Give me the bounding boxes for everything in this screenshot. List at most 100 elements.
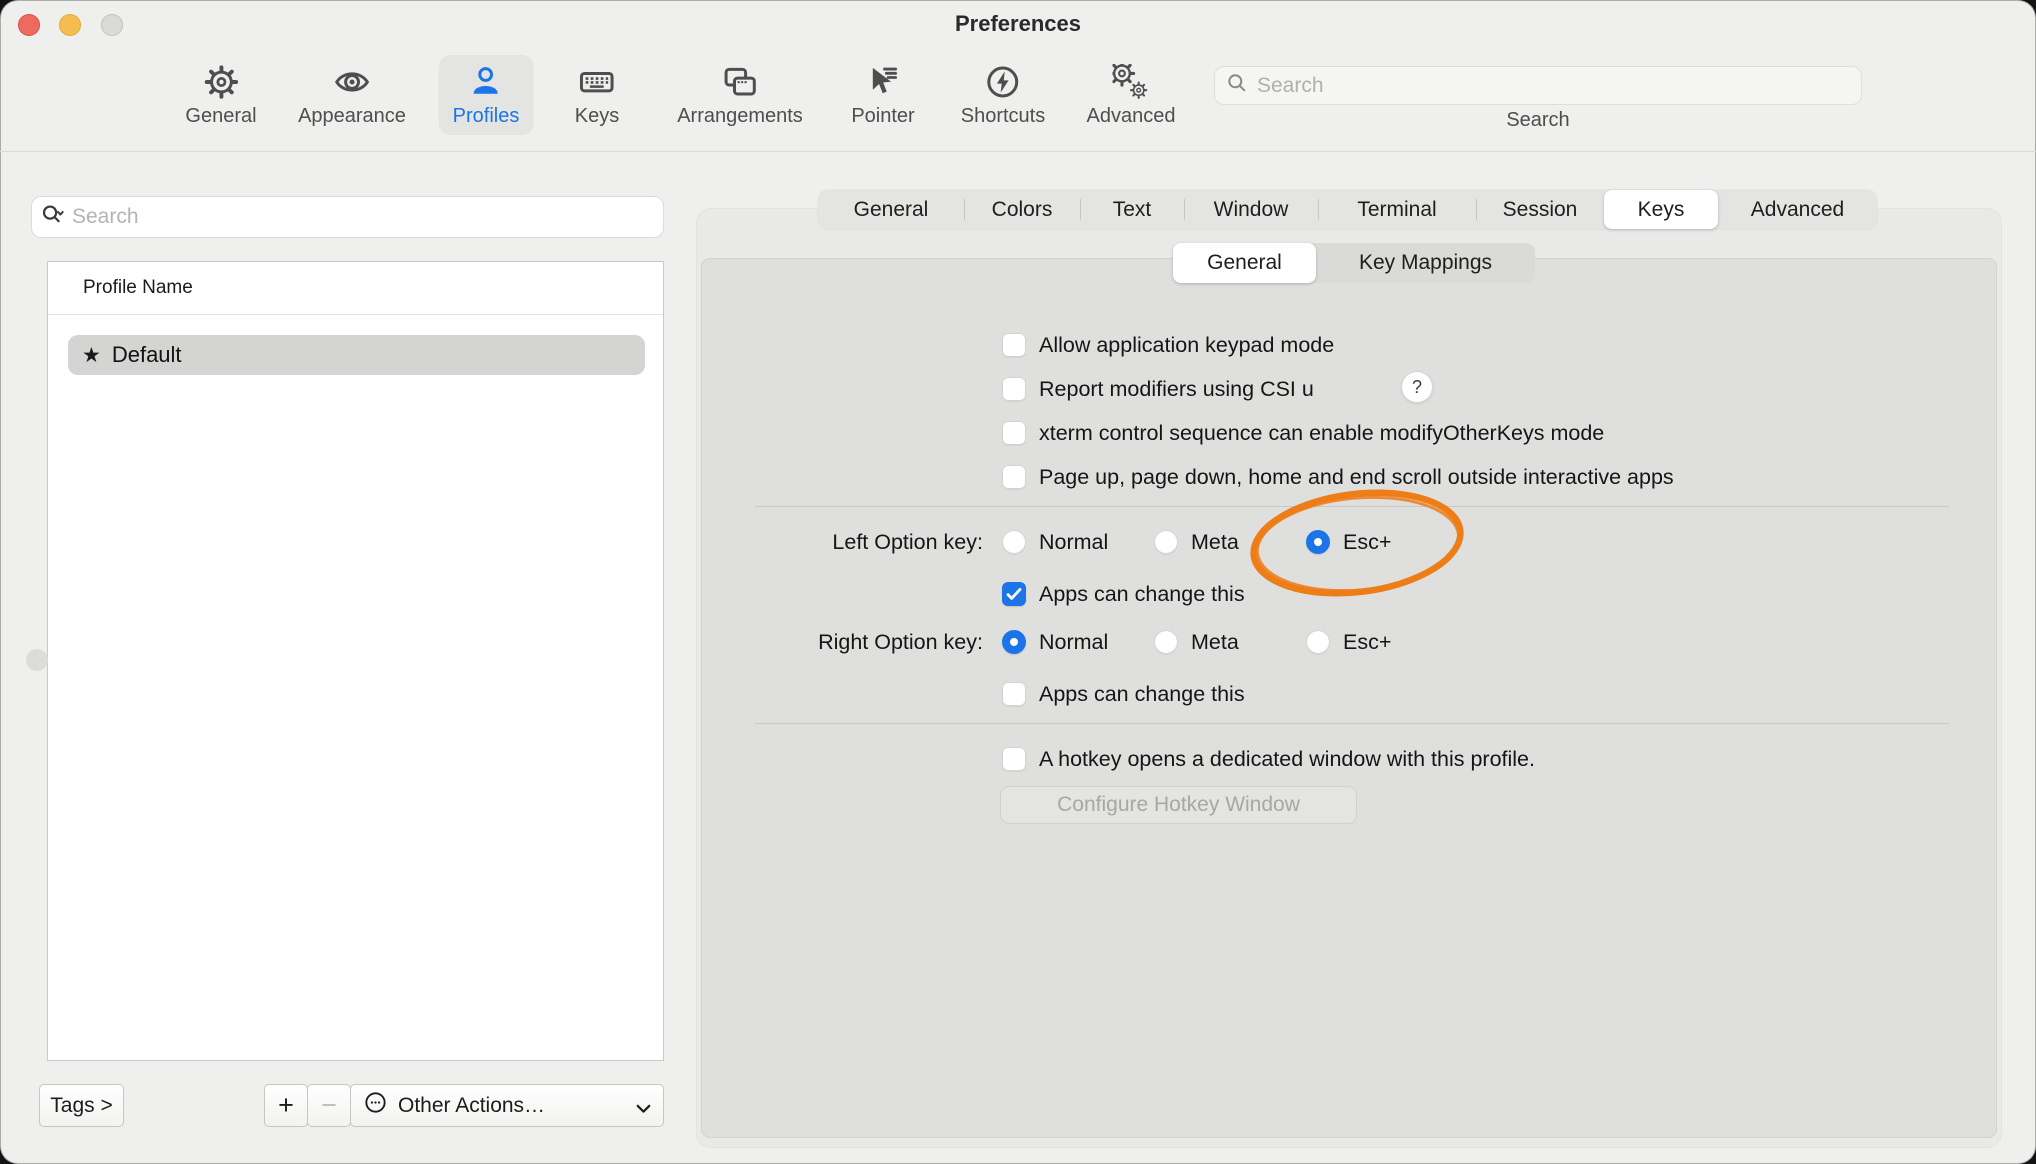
toolbar-item-pointer[interactable]: Pointer: [837, 55, 928, 135]
remove-profile-button[interactable]: −: [307, 1084, 351, 1127]
checkbox-row: xterm control sequence can enable modify…: [1002, 419, 1604, 447]
toolbar-label: Pointer: [851, 105, 914, 128]
profile-list-header: Profile Name: [48, 262, 663, 314]
configure-hotkey-window-button[interactable]: Configure Hotkey Window: [1000, 786, 1357, 824]
radio-right-normal[interactable]: [1002, 630, 1026, 654]
divider: [755, 506, 1949, 507]
radio-pair: Normal: [1002, 628, 1108, 656]
checkbox-left-apps-can-change[interactable]: [1002, 582, 1026, 606]
checkbox-label: A hotkey opens a dedicated window with t…: [1039, 747, 1535, 772]
help-button[interactable]: ?: [1401, 371, 1433, 403]
checkbox-row: Apps can change this: [1002, 680, 1245, 708]
checkbox-row: Apps can change this: [1002, 580, 1245, 608]
search-menu-icon[interactable]: [40, 202, 66, 233]
toolbar-item-general[interactable]: General: [171, 55, 270, 135]
tab-label: Advanced: [1751, 198, 1844, 222]
radio-pair: Esc+: [1306, 528, 1391, 556]
toolbar-item-appearance[interactable]: Appearance: [284, 55, 420, 135]
person-icon: [468, 64, 504, 100]
toolbar-label: Profiles: [453, 105, 520, 128]
radio-left-normal[interactable]: [1002, 530, 1026, 554]
checkbox-csi-u[interactable]: [1002, 377, 1026, 401]
subtab-label: Key Mappings: [1359, 251, 1492, 275]
checkbox-hotkey-window[interactable]: [1002, 747, 1026, 771]
radio-right-meta[interactable]: [1154, 630, 1178, 654]
tab-label: Session: [1503, 198, 1578, 222]
window-title: Preferences: [0, 11, 2036, 37]
other-actions-label: Other Actions…: [398, 1094, 631, 1118]
checkbox-allow-keypad[interactable]: [1002, 333, 1026, 357]
radio-label: Esc+: [1343, 530, 1391, 555]
checkbox-label: Allow application keypad mode: [1039, 333, 1334, 358]
tags-button[interactable]: Tags >: [39, 1084, 124, 1127]
radio-right-esc[interactable]: [1306, 630, 1330, 654]
tab-text[interactable]: Text: [1080, 190, 1184, 229]
tags-button-label: Tags >: [50, 1094, 112, 1118]
configure-hotkey-label: Configure Hotkey Window: [1057, 793, 1300, 817]
right-option-key-label: Right Option key:: [698, 628, 983, 656]
radio-pair: Meta: [1154, 628, 1239, 656]
plus-icon: +: [278, 1090, 294, 1121]
toolbar-label: Shortcuts: [961, 105, 1045, 128]
toolbar-label: General: [185, 105, 256, 128]
radio-pair: Meta: [1154, 528, 1239, 556]
profile-row-default[interactable]: ★ Default: [68, 335, 645, 375]
profile-filter-field[interactable]: [31, 196, 664, 238]
radio-label: Esc+: [1343, 630, 1391, 655]
subtab-key-mappings[interactable]: Key Mappings: [1316, 243, 1535, 283]
toolbar-item-advanced[interactable]: Advanced: [1073, 55, 1190, 135]
checkbox-row: A hotkey opens a dedicated window with t…: [1002, 745, 1535, 773]
add-profile-button[interactable]: +: [264, 1084, 308, 1127]
tab-label: Terminal: [1357, 198, 1436, 222]
checkbox-modify-other-keys[interactable]: [1002, 421, 1026, 445]
help-glyph: ?: [1412, 377, 1422, 398]
eye-icon: [334, 64, 370, 100]
left-option-key-label: Left Option key:: [698, 528, 983, 556]
checkbox-label: Apps can change this: [1039, 582, 1245, 607]
search-icon: [1225, 71, 1249, 100]
tab-advanced[interactable]: Advanced: [1718, 190, 1877, 229]
profile-list: Profile Name ★ Default: [47, 261, 664, 1061]
toolbar-label: Appearance: [298, 105, 406, 128]
tab-keys[interactable]: Keys: [1604, 190, 1718, 229]
tab-label: Window: [1214, 198, 1289, 222]
tab-session[interactable]: Session: [1476, 190, 1604, 229]
checkbox-page-scroll[interactable]: [1002, 465, 1026, 489]
toolbar-item-arrangements[interactable]: Arrangements: [663, 55, 817, 135]
profile-name: Default: [112, 342, 182, 368]
subtab-general[interactable]: General: [1173, 243, 1316, 283]
subtab-label: General: [1207, 251, 1282, 275]
divider: [755, 723, 1949, 724]
radio-pair: Esc+: [1306, 628, 1391, 656]
tab-label: General: [854, 198, 929, 222]
toolbar-label: Advanced: [1087, 105, 1176, 128]
toolbar-search-label: Search: [1214, 109, 1862, 132]
radio-left-meta[interactable]: [1154, 530, 1178, 554]
profile-tabs: General Colors Text Window Terminal Sess…: [818, 190, 1877, 229]
toolbar-search-input[interactable]: [1257, 74, 1851, 98]
checkbox-row: Allow application keypad mode: [1002, 331, 1334, 359]
other-actions-dropdown[interactable]: Other Actions…: [350, 1084, 664, 1127]
windows-stack-icon: [722, 64, 758, 100]
radio-label: Normal: [1039, 630, 1108, 655]
checkbox-row: Report modifiers using CSI u: [1002, 375, 1314, 403]
tab-window[interactable]: Window: [1184, 190, 1318, 229]
tab-colors[interactable]: Colors: [964, 190, 1080, 229]
profile-filter-input[interactable]: [72, 205, 655, 229]
radio-left-esc[interactable]: [1306, 530, 1330, 554]
toolbar-item-keys[interactable]: Keys: [561, 55, 633, 135]
pane-splitter-handle[interactable]: [26, 649, 48, 671]
keyboard-icon: [579, 64, 615, 100]
radio-label: Normal: [1039, 530, 1108, 555]
toolbar-search-field[interactable]: [1214, 66, 1862, 105]
chevron-down-icon: [631, 1096, 651, 1116]
checkbox-label: Page up, page down, home and end scroll …: [1039, 465, 1674, 490]
checkbox-right-apps-can-change[interactable]: [1002, 682, 1026, 706]
toolbar-item-shortcuts[interactable]: Shortcuts: [947, 55, 1059, 135]
tab-terminal[interactable]: Terminal: [1318, 190, 1476, 229]
tab-general[interactable]: General: [818, 190, 964, 229]
preferences-window: Preferences General Appearance Profiles: [0, 0, 2036, 1164]
toolbar-item-profiles[interactable]: Profiles: [439, 55, 534, 135]
ellipsis-circle-icon: [363, 1090, 388, 1121]
keys-subtabs: General Key Mappings: [1173, 243, 1535, 283]
